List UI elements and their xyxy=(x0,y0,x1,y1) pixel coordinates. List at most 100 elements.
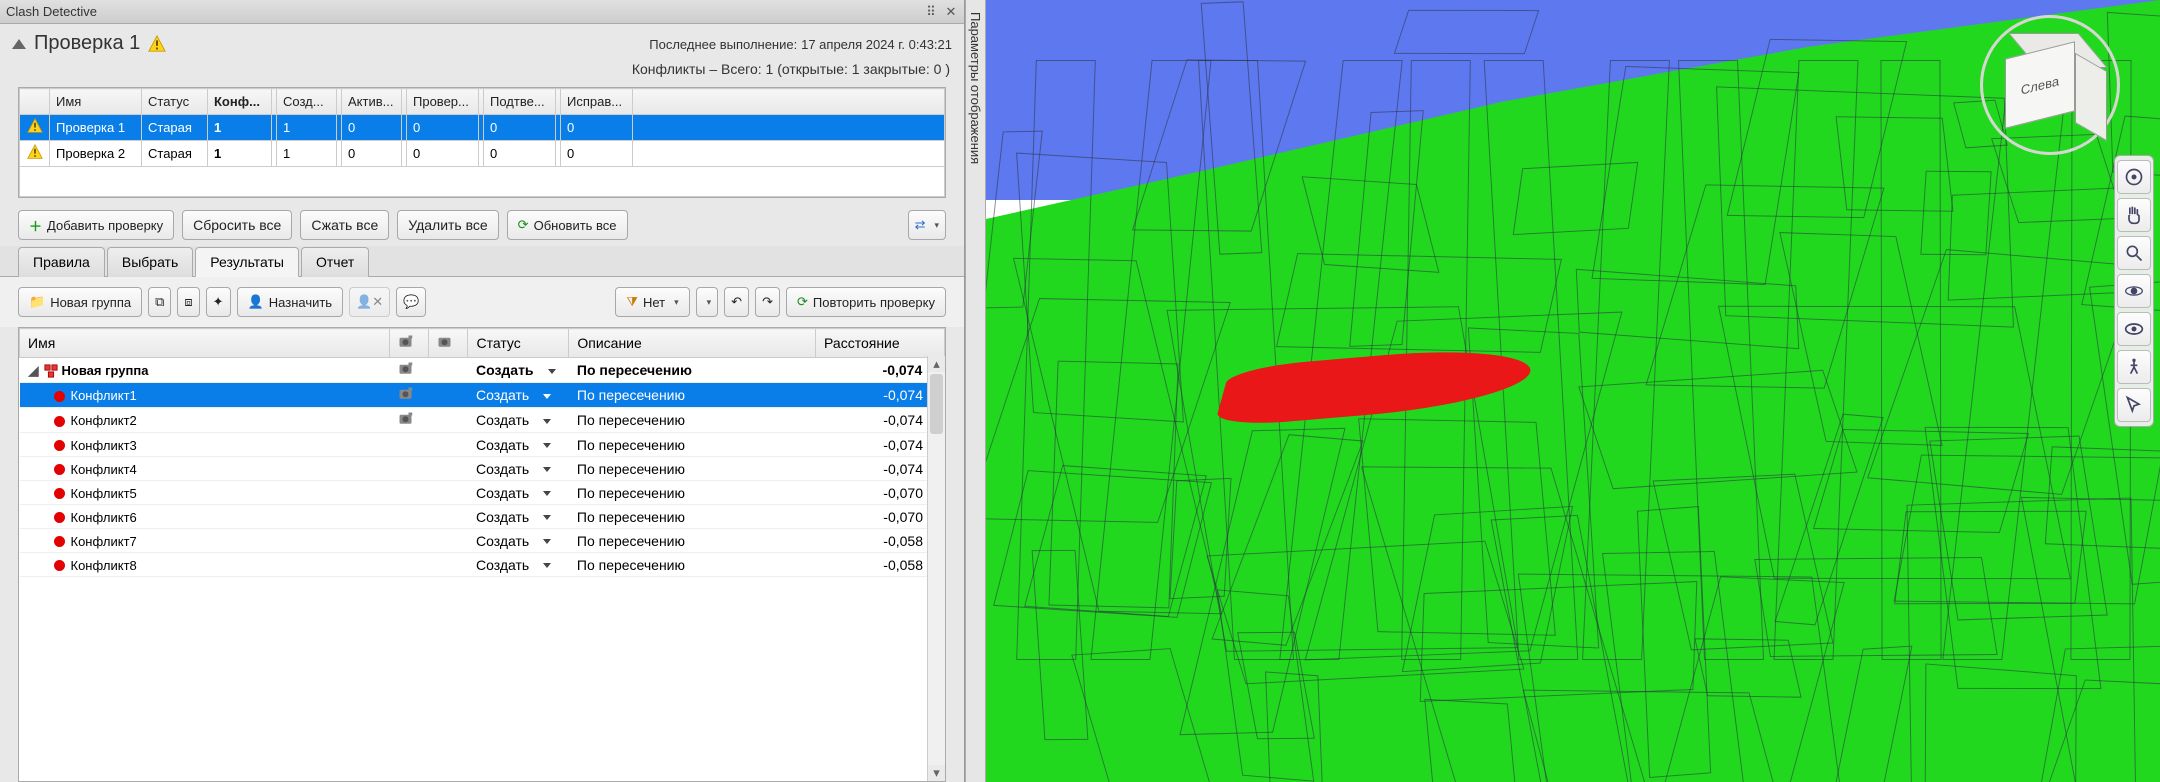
comment-icon: 💬 xyxy=(403,294,419,310)
results-row[interactable]: Конфликт5СоздатьПо пересечению-0,070 м xyxy=(20,481,945,505)
status-cell[interactable]: Создать xyxy=(468,408,569,433)
collapse-toggle[interactable] xyxy=(12,39,26,49)
tab-results[interactable]: Результаты xyxy=(195,247,299,277)
col-name[interactable]: Имя xyxy=(20,329,390,358)
col-camera-2[interactable] xyxy=(429,329,468,358)
results-row[interactable]: Конфликт8 СоздатьПо пересечению-0,058 м xyxy=(20,553,945,577)
comment-button[interactable]: 💬 xyxy=(396,287,426,317)
status-cell[interactable]: Создать xyxy=(468,358,569,383)
prev-button[interactable]: ↶ xyxy=(724,287,749,317)
status-cell[interactable]: Создать xyxy=(468,457,569,481)
tab-report[interactable]: Отчет xyxy=(301,247,369,277)
status-cell[interactable]: Создать xyxy=(468,505,569,529)
col-status[interactable]: Статус xyxy=(142,89,208,115)
status-dot-icon xyxy=(54,488,65,499)
col-status[interactable]: Статус xyxy=(468,329,569,358)
look-button[interactable] xyxy=(2117,312,2151,346)
steering-wheel-button[interactable] xyxy=(2117,160,2151,194)
results-group-row[interactable]: ◢Новая группаСоздатьПо пересечению-0,074… xyxy=(20,358,945,383)
unassign-button[interactable]: 👤✕ xyxy=(349,287,390,317)
transfer-icon: ⇄ xyxy=(915,217,926,233)
orbit-button[interactable] xyxy=(2117,274,2151,308)
titlebar-title: Clash Detective xyxy=(6,4,97,19)
titlebar[interactable]: Clash Detective ⠿ ✕ xyxy=(0,0,964,24)
status-cell[interactable]: Создать xyxy=(468,553,569,577)
compact-all-button[interactable]: Сжать все xyxy=(300,210,389,240)
explode-button[interactable]: ✦ xyxy=(206,287,231,317)
col-description[interactable]: Описание xyxy=(569,329,816,358)
scroll-up-icon[interactable]: ▴ xyxy=(928,356,945,372)
pin-icon[interactable]: ⠿ xyxy=(924,5,938,19)
tab-select[interactable]: Выбрать xyxy=(107,247,193,277)
scroll-thumb[interactable] xyxy=(930,374,943,434)
group-button-1[interactable]: ⧉ xyxy=(148,287,171,317)
walk-button[interactable] xyxy=(2117,350,2151,384)
next-button[interactable]: ↷ xyxy=(755,287,780,317)
results-row[interactable]: Конфликт1СоздатьПо пересечению-0,074 м xyxy=(20,383,945,408)
status-cell[interactable]: Создать xyxy=(468,529,569,553)
pan-button[interactable] xyxy=(2117,198,2151,232)
col-conflicts[interactable]: Конф... xyxy=(208,89,272,115)
camera-icon xyxy=(437,334,455,349)
conflict-name: Конфликт6 xyxy=(71,510,137,525)
conflict-name: Конфликт2 xyxy=(71,413,137,428)
description-cell: По пересечению xyxy=(569,433,816,457)
new-group-button[interactable]: 📁Новая группа xyxy=(18,287,142,317)
filter-dropdown-button[interactable]: ▾ xyxy=(696,287,719,317)
tab-rules[interactable]: Правила xyxy=(18,247,105,277)
results-row[interactable]: Конфликт2СоздатьПо пересечению-0,074 м xyxy=(20,408,945,433)
delete-all-button[interactable]: Удалить все xyxy=(397,210,498,240)
tests-row[interactable]: Проверка 1Старая110000 xyxy=(20,115,945,141)
import-export-button[interactable]: ⇄▾ xyxy=(908,210,946,240)
results-row[interactable]: Конфликт7СоздатьПо пересечению-0,058 м xyxy=(20,529,945,553)
status-cell[interactable]: Создать xyxy=(468,481,569,505)
col-name[interactable]: Имя xyxy=(50,89,142,115)
tests-row[interactable]: Проверка 2Старая110000 xyxy=(20,141,945,167)
col-checked[interactable]: Провер... xyxy=(407,89,479,115)
reset-all-button[interactable]: Сбросить все xyxy=(182,210,292,240)
description-cell: По пересечению xyxy=(569,529,816,553)
group-button-2[interactable]: ⧈ xyxy=(177,287,199,317)
explode-icon: ✦ xyxy=(213,294,224,310)
distance-cell: -0,070 м xyxy=(816,481,945,505)
test-name: Проверка 2 xyxy=(50,141,142,167)
assign-button[interactable]: 👤Назначить xyxy=(237,287,344,317)
results-row[interactable]: Конфликт3СоздатьПо пересечению-0,074 м xyxy=(20,433,945,457)
view-cube[interactable]: Слева xyxy=(1990,25,2110,145)
scroll-down-icon[interactable]: ▾ xyxy=(928,765,945,781)
description-cell: По пересечению xyxy=(569,383,816,408)
camera-icon xyxy=(398,361,416,376)
col-created[interactable]: Созд... xyxy=(277,89,337,115)
distance-cell: -0,058 м xyxy=(816,553,945,577)
collapse-icon[interactable]: ◢ xyxy=(28,363,40,379)
user-icon: 👤 xyxy=(248,294,264,310)
description-cell: По пересечению xyxy=(569,553,816,577)
col-camera-1[interactable] xyxy=(390,329,429,358)
tests-table: Имя Статус Конф... Созд... Актив... Пров… xyxy=(18,87,946,198)
scrollbar[interactable]: ▴ ▾ xyxy=(927,356,945,781)
status-dot-icon xyxy=(54,391,65,402)
test-header: Проверка 1 Последнее выполнение: 17 апре… xyxy=(0,24,964,59)
select-button[interactable] xyxy=(2117,388,2151,422)
col-confirmed[interactable]: Подтве... xyxy=(484,89,556,115)
zoom-button[interactable] xyxy=(2117,236,2151,270)
conflict-name: Конфликт3 xyxy=(71,438,137,453)
results-row[interactable]: Конфликт6СоздатьПо пересечению-0,070 м xyxy=(20,505,945,529)
description-cell: По пересечению xyxy=(569,358,816,383)
viewport-3d[interactable]: Слева xyxy=(986,0,2160,782)
col-fixed[interactable]: Исправ... xyxy=(561,89,633,115)
rerun-button[interactable]: ⟳Повторить проверку xyxy=(786,287,946,317)
conflict-name: Конфликт8 xyxy=(71,558,137,573)
results-row[interactable]: Конфликт4СоздатьПо пересечению-0,074 м xyxy=(20,457,945,481)
status-cell[interactable]: Создать xyxy=(468,383,569,408)
update-all-button[interactable]: ⟳Обновить все xyxy=(507,210,628,240)
status-cell[interactable]: Создать xyxy=(468,433,569,457)
camera-icon xyxy=(398,334,416,349)
filter-none-button[interactable]: ⧩Нет▾ xyxy=(615,287,689,317)
add-test-button[interactable]: ＋Добавить проверку xyxy=(18,210,174,240)
display-params-tab[interactable]: Параметры отображения xyxy=(965,0,986,782)
status-dot-icon xyxy=(54,416,65,427)
col-distance[interactable]: Расстояние xyxy=(816,329,945,358)
col-active[interactable]: Актив... xyxy=(342,89,402,115)
close-icon[interactable]: ✕ xyxy=(944,5,958,19)
